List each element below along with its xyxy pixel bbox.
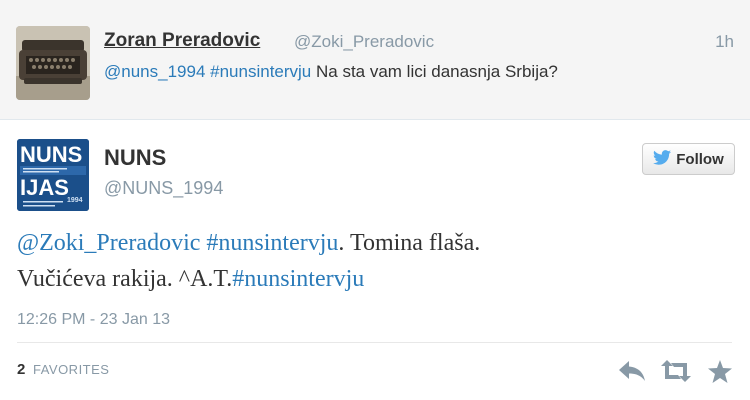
divider bbox=[17, 342, 732, 343]
tweet-actions bbox=[617, 359, 735, 383]
retweet-icon[interactable] bbox=[661, 359, 691, 383]
parent-text-body: Na sta vam lici danasnja Srbija? bbox=[311, 62, 558, 81]
logo-line2: IJAS bbox=[20, 175, 69, 200]
favorite-star-icon[interactable] bbox=[705, 359, 735, 383]
parent-mention-link[interactable]: @nuns_1994 bbox=[104, 62, 205, 81]
parent-tweet-text: @nuns_1994 #nunsintervju Na sta vam lici… bbox=[104, 62, 558, 82]
favorites-label: FAVORITES bbox=[32, 362, 110, 377]
reply-icon[interactable] bbox=[617, 359, 647, 383]
hashtag-link-2[interactable]: #nunsintervju bbox=[232, 266, 364, 292]
hashtag-link[interactable]: #nunsintervju bbox=[206, 230, 338, 256]
tweet-text-part2: Vučićeva rakija. ^A.T. bbox=[17, 266, 233, 292]
twitter-bird-icon bbox=[653, 149, 672, 169]
parent-hashtag-link[interactable]: #nunsintervju bbox=[210, 62, 311, 81]
typewriter-avatar-icon[interactable] bbox=[16, 26, 90, 100]
logo-badge: 1994 bbox=[67, 197, 83, 204]
logo-line1: NUNS bbox=[20, 142, 82, 167]
follow-label: Follow bbox=[676, 150, 724, 168]
parent-author-name[interactable]: Zoran Preradovic bbox=[104, 30, 260, 52]
author-handle[interactable]: @NUNS_1994 bbox=[104, 178, 223, 199]
favorites-stat[interactable]: 2 FAVORITES bbox=[17, 361, 109, 378]
mention-link[interactable]: @Zoki_Preradovic bbox=[17, 230, 200, 256]
tweet-timestamp[interactable]: 12:26 PM - 23 Jan 13 bbox=[17, 311, 170, 329]
parent-tweet[interactable]: Zoran Preradovic @Zoki_Preradovic 1h @nu… bbox=[0, 0, 750, 120]
parent-timestamp[interactable]: 1h bbox=[715, 32, 734, 52]
tweet-text: @Zoki_Preradovic #nunsintervju. Tomina f… bbox=[17, 225, 732, 297]
follow-button[interactable]: Follow bbox=[642, 143, 735, 175]
tweet-text-part1: . Tomina flaša. bbox=[338, 230, 481, 256]
nuns-logo-avatar[interactable]: NUNS IJAS 1994 bbox=[17, 139, 89, 211]
parent-author-handle[interactable]: @Zoki_Preradovic bbox=[294, 32, 434, 52]
favorites-count: 2 bbox=[17, 361, 26, 378]
author-name[interactable]: NUNS bbox=[104, 145, 166, 171]
main-tweet: NUNS IJAS 1994 NUNS @NUNS_1994 Follow @Z… bbox=[0, 121, 750, 400]
